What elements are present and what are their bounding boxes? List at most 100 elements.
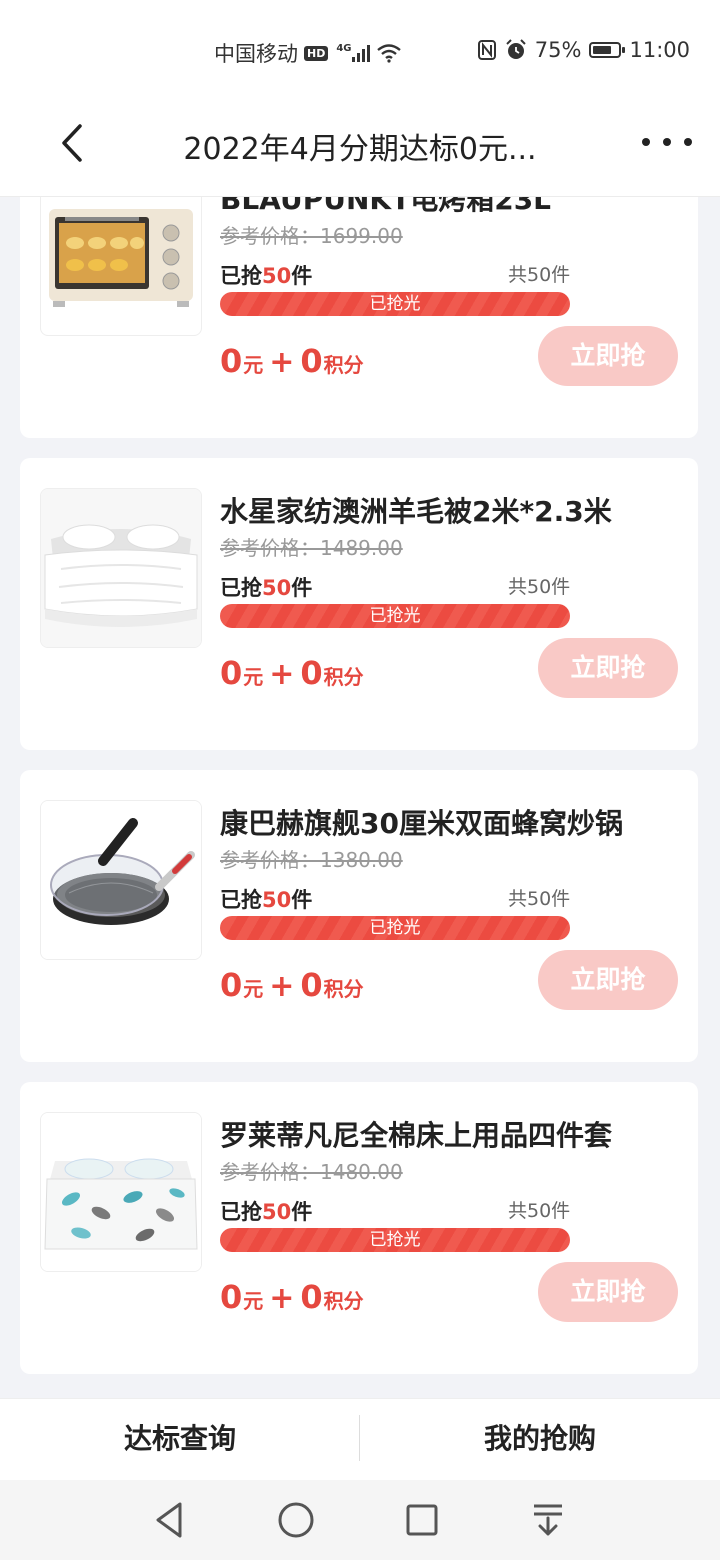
- circle-home-icon: [278, 1502, 314, 1538]
- price-yuan: 0: [220, 342, 243, 380]
- bedding-image[interactable]: [40, 1112, 202, 1272]
- sold-out-progress-bar: 已抢光: [220, 1228, 570, 1252]
- grab-now-button[interactable]: 立即抢: [538, 1262, 678, 1322]
- more-button[interactable]: [642, 122, 692, 162]
- status-right: 75% 11:00: [477, 38, 690, 62]
- grabbed-label: 已抢: [220, 264, 262, 288]
- grab-now-button[interactable]: 立即抢: [538, 326, 678, 386]
- price: 0元 + 0 积分: [220, 966, 364, 1004]
- carrier-label: 中国移动: [214, 42, 298, 66]
- grabbed-number: 50: [262, 264, 292, 288]
- total-stock: 共50件: [508, 1200, 571, 1222]
- grabbed-number: 50: [262, 888, 292, 912]
- product-card[interactable]: 康巴赫旗舰30厘米双面蜂窝炒锅 参考价格：1380.00 已抢50件 共50件 …: [20, 770, 698, 1062]
- price: 0元 + 0 积分: [220, 654, 364, 692]
- system-recents-button[interactable]: [402, 1500, 442, 1540]
- oven-image[interactable]: [40, 196, 202, 336]
- wifi-icon: [376, 44, 401, 63]
- grabbed-count: 已抢50件: [220, 884, 312, 914]
- price-points-unit: 积分: [323, 665, 364, 689]
- reference-price-value: 1489.00: [320, 536, 403, 560]
- product-card[interactable]: BLAUPUNKT电烤箱23L 参考价格：1699.00 已抢50件 共50件 …: [20, 196, 698, 438]
- plus-icon: +: [269, 1281, 295, 1316]
- grabbed-number: 50: [262, 576, 292, 600]
- grabbed-label: 已抢: [220, 576, 262, 600]
- plus-icon: +: [269, 969, 295, 1004]
- product-name[interactable]: BLAUPUNKT电烤箱23L: [220, 196, 551, 218]
- quilt-image[interactable]: [40, 488, 202, 648]
- price: 0元 + 0 积分: [220, 342, 364, 380]
- tab-my-purchases[interactable]: 我的抢购: [360, 1399, 720, 1481]
- grabbed-count: 已抢50件: [220, 1196, 312, 1226]
- price-points: 0: [300, 654, 323, 692]
- status-left: 中国移动 HD 4G: [214, 38, 402, 68]
- system-home-button[interactable]: [276, 1500, 316, 1540]
- back-button[interactable]: [50, 118, 100, 168]
- price-yuan: 0: [220, 1278, 243, 1316]
- grabbed-number: 50: [262, 1200, 292, 1224]
- grabbed-count: 已抢50件: [220, 260, 312, 290]
- price-yuan: 0: [220, 654, 243, 692]
- price-yuan-unit: 元: [243, 1289, 264, 1313]
- battery-icon: [589, 42, 626, 58]
- wok-image[interactable]: [40, 800, 202, 960]
- product-name[interactable]: 康巴赫旗舰30厘米双面蜂窝炒锅: [220, 802, 623, 842]
- reference-price-value: 1480.00: [320, 1160, 403, 1184]
- reference-price: 参考价格：1699.00: [220, 220, 403, 249]
- product-name[interactable]: 罗莱蒂凡尼全棉床上用品四件套: [220, 1114, 612, 1154]
- more-dot-icon: [642, 138, 650, 146]
- price: 0元 + 0 积分: [220, 1278, 364, 1316]
- grabbed-unit: 件: [291, 264, 313, 288]
- product-list[interactable]: BLAUPUNKT电烤箱23L 参考价格：1699.00 已抢50件 共50件 …: [0, 196, 720, 1398]
- reference-price-label: 参考价格：: [220, 848, 320, 872]
- system-notification-button[interactable]: [528, 1500, 568, 1540]
- price-yuan-unit: 元: [243, 353, 264, 377]
- price-points-unit: 积分: [323, 977, 364, 1001]
- price-yuan-unit: 元: [243, 665, 264, 689]
- price-points: 0: [300, 342, 323, 380]
- price-points: 0: [300, 1278, 323, 1316]
- system-back-button[interactable]: [150, 1500, 190, 1540]
- grabbed-unit: 件: [291, 1200, 313, 1224]
- grab-now-button[interactable]: 立即抢: [538, 638, 678, 698]
- sold-out-progress-bar: 已抢光: [220, 916, 570, 940]
- grabbed-count: 已抢50件: [220, 572, 312, 602]
- triangle-back-icon: [156, 1502, 182, 1538]
- battery-level: [593, 46, 612, 54]
- tab-qualification-query[interactable]: 达标查询: [0, 1399, 360, 1481]
- price-yuan: 0: [220, 966, 243, 1004]
- sold-out-progress-bar: 已抢光: [220, 292, 570, 316]
- network-type: 4G: [336, 43, 352, 54]
- plus-icon: +: [269, 657, 295, 692]
- more-dot-icon: [663, 138, 671, 146]
- nav-bar: 2022年4月分期达标0元...: [0, 100, 720, 197]
- price-points-unit: 积分: [323, 353, 364, 377]
- product-card[interactable]: 罗莱蒂凡尼全棉床上用品四件套 参考价格：1480.00 已抢50件 共50件 已…: [20, 1082, 698, 1374]
- nfc-icon: [477, 40, 496, 60]
- grabbed-label: 已抢: [220, 888, 262, 912]
- reference-price-value: 1380.00: [320, 848, 403, 872]
- total-stock: 共50件: [508, 888, 571, 910]
- grabbed-unit: 件: [291, 888, 313, 912]
- pull-down-icon: [534, 1504, 562, 1536]
- back-arrow-icon: [62, 124, 82, 162]
- product-card[interactable]: 水星家纺澳洲羊毛被2米*2.3米 参考价格：1489.00 已抢50件 共50件…: [20, 458, 698, 750]
- product-name[interactable]: 水星家纺澳洲羊毛被2米*2.3米: [220, 490, 612, 530]
- hd-badge: HD: [304, 45, 329, 61]
- reference-price-label: 参考价格：: [220, 224, 320, 248]
- page-title: 2022年4月分期达标0元...: [183, 132, 537, 167]
- bottom-tab-bar: 达标查询 我的抢购: [0, 1398, 720, 1481]
- system-navigation-bar: [0, 1480, 720, 1560]
- price-points: 0: [300, 966, 323, 1004]
- grab-now-button[interactable]: 立即抢: [538, 950, 678, 1010]
- reference-price-value: 1699.00: [320, 224, 403, 248]
- total-stock: 共50件: [508, 264, 571, 286]
- price-yuan-unit: 元: [243, 977, 264, 1001]
- alarm-icon: [506, 39, 526, 59]
- signal-icon: [351, 44, 370, 62]
- sold-out-progress-bar: 已抢光: [220, 604, 570, 628]
- more-dot-icon: [684, 138, 692, 146]
- reference-price-label: 参考价格：: [220, 1160, 320, 1184]
- reference-price: 参考价格：1380.00: [220, 844, 403, 873]
- clock: 11:00: [629, 38, 690, 62]
